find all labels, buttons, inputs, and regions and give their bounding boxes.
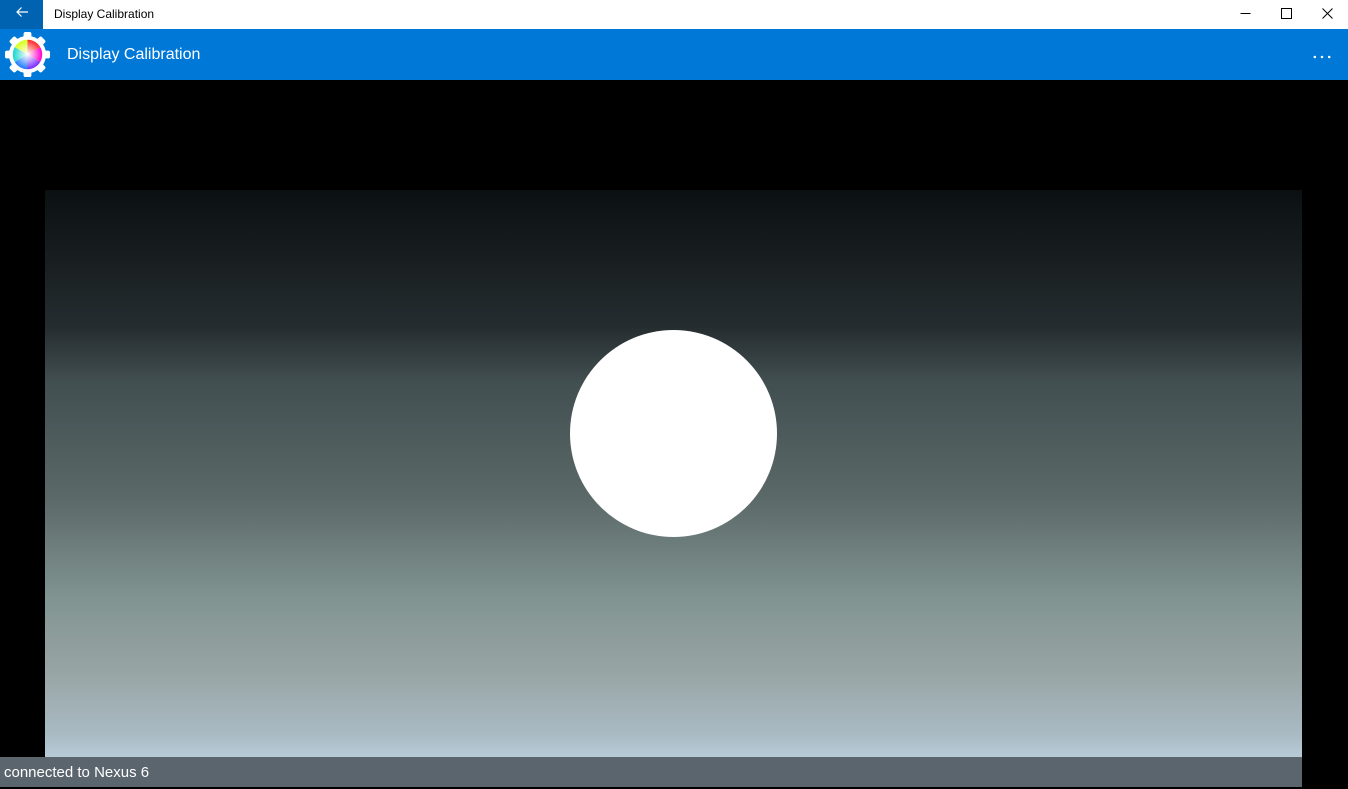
- more-options-button[interactable]: [1304, 37, 1340, 73]
- window-controls: [1225, 0, 1348, 29]
- close-icon: [1322, 6, 1333, 24]
- close-button[interactable]: [1307, 0, 1348, 29]
- app-header: Display Calibration: [0, 29, 1348, 80]
- maximize-icon: [1281, 6, 1292, 24]
- maximize-button[interactable]: [1266, 0, 1307, 29]
- window-titlebar: Display Calibration: [0, 0, 1348, 29]
- app-title: Display Calibration: [67, 46, 201, 63]
- arrow-left-icon: [15, 5, 29, 24]
- window-title: Display Calibration: [54, 7, 155, 21]
- calibration-target-circle: [570, 330, 777, 537]
- color-wheel-gear-icon: [4, 31, 51, 78]
- minimize-button[interactable]: [1225, 0, 1266, 29]
- minimize-icon: [1240, 6, 1251, 24]
- status-text: connected to Nexus 6: [4, 764, 150, 781]
- back-button[interactable]: [0, 0, 43, 29]
- status-bar: [0, 757, 1302, 787]
- more-dots-icon: [1313, 46, 1331, 64]
